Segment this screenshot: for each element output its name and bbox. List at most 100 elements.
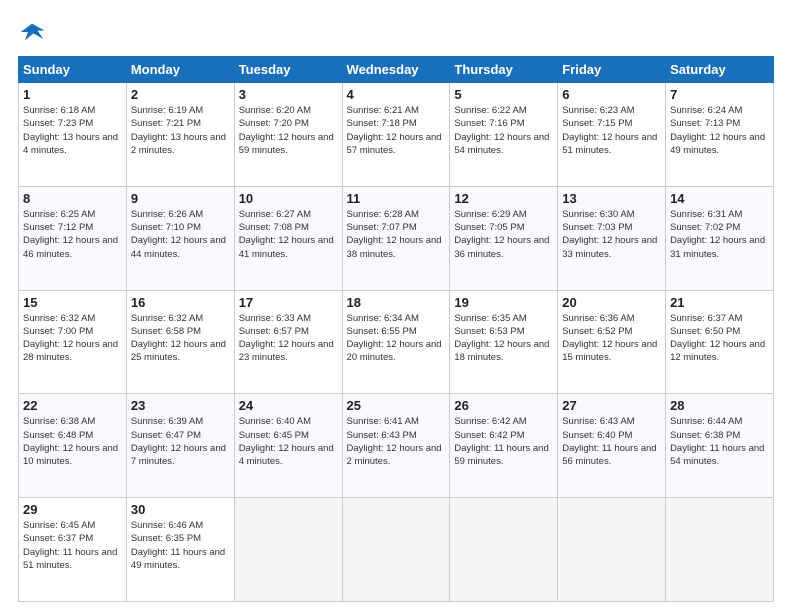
calendar-cell: 9 Sunrise: 6:26 AMSunset: 7:10 PMDayligh… — [126, 186, 234, 290]
calendar-cell: 6 Sunrise: 6:23 AMSunset: 7:15 PMDayligh… — [558, 83, 666, 187]
day-info: Sunrise: 6:40 AMSunset: 6:45 PMDaylight:… — [239, 416, 334, 467]
day-number: 30 — [131, 502, 230, 517]
day-number: 9 — [131, 191, 230, 206]
day-number: 19 — [454, 295, 553, 310]
day-info: Sunrise: 6:30 AMSunset: 7:03 PMDaylight:… — [562, 209, 657, 260]
calendar-week-5: 29 Sunrise: 6:45 AMSunset: 6:37 PMDaylig… — [19, 498, 774, 602]
day-info: Sunrise: 6:34 AMSunset: 6:55 PMDaylight:… — [347, 313, 442, 364]
day-number: 11 — [347, 191, 446, 206]
day-number: 10 — [239, 191, 338, 206]
day-info: Sunrise: 6:43 AMSunset: 6:40 PMDaylight:… — [562, 416, 656, 467]
day-number: 14 — [670, 191, 769, 206]
calendar-cell: 11 Sunrise: 6:28 AMSunset: 7:07 PMDaylig… — [342, 186, 450, 290]
calendar-cell: 8 Sunrise: 6:25 AMSunset: 7:12 PMDayligh… — [19, 186, 127, 290]
day-number: 7 — [670, 87, 769, 102]
calendar-cell: 25 Sunrise: 6:41 AMSunset: 6:43 PMDaylig… — [342, 394, 450, 498]
calendar-cell: 23 Sunrise: 6:39 AMSunset: 6:47 PMDaylig… — [126, 394, 234, 498]
day-number: 12 — [454, 191, 553, 206]
day-number: 20 — [562, 295, 661, 310]
calendar-cell: 12 Sunrise: 6:29 AMSunset: 7:05 PMDaylig… — [450, 186, 558, 290]
day-info: Sunrise: 6:28 AMSunset: 7:07 PMDaylight:… — [347, 209, 442, 260]
day-info: Sunrise: 6:38 AMSunset: 6:48 PMDaylight:… — [23, 416, 118, 467]
day-number: 4 — [347, 87, 446, 102]
calendar-cell: 4 Sunrise: 6:21 AMSunset: 7:18 PMDayligh… — [342, 83, 450, 187]
day-number: 29 — [23, 502, 122, 517]
calendar-cell — [666, 498, 774, 602]
calendar-cell: 26 Sunrise: 6:42 AMSunset: 6:42 PMDaylig… — [450, 394, 558, 498]
day-info: Sunrise: 6:41 AMSunset: 6:43 PMDaylight:… — [347, 416, 442, 467]
logo-icon — [18, 18, 46, 46]
day-number: 2 — [131, 87, 230, 102]
calendar-cell: 7 Sunrise: 6:24 AMSunset: 7:13 PMDayligh… — [666, 83, 774, 187]
logo — [18, 18, 50, 46]
calendar-cell: 18 Sunrise: 6:34 AMSunset: 6:55 PMDaylig… — [342, 290, 450, 394]
calendar-cell: 3 Sunrise: 6:20 AMSunset: 7:20 PMDayligh… — [234, 83, 342, 187]
day-info: Sunrise: 6:36 AMSunset: 6:52 PMDaylight:… — [562, 313, 657, 364]
calendar-cell: 13 Sunrise: 6:30 AMSunset: 7:03 PMDaylig… — [558, 186, 666, 290]
calendar-cell: 2 Sunrise: 6:19 AMSunset: 7:21 PMDayligh… — [126, 83, 234, 187]
day-number: 28 — [670, 398, 769, 413]
calendar-cell: 15 Sunrise: 6:32 AMSunset: 7:00 PMDaylig… — [19, 290, 127, 394]
calendar-cell: 27 Sunrise: 6:43 AMSunset: 6:40 PMDaylig… — [558, 394, 666, 498]
calendar-header-sunday: Sunday — [19, 57, 127, 83]
day-info: Sunrise: 6:46 AMSunset: 6:35 PMDaylight:… — [131, 520, 225, 571]
day-number: 13 — [562, 191, 661, 206]
day-info: Sunrise: 6:22 AMSunset: 7:16 PMDaylight:… — [454, 105, 549, 156]
calendar-cell: 24 Sunrise: 6:40 AMSunset: 6:45 PMDaylig… — [234, 394, 342, 498]
day-number: 22 — [23, 398, 122, 413]
day-number: 21 — [670, 295, 769, 310]
day-number: 16 — [131, 295, 230, 310]
day-number: 15 — [23, 295, 122, 310]
day-info: Sunrise: 6:31 AMSunset: 7:02 PMDaylight:… — [670, 209, 765, 260]
day-info: Sunrise: 6:18 AMSunset: 7:23 PMDaylight:… — [23, 105, 118, 156]
day-number: 8 — [23, 191, 122, 206]
day-info: Sunrise: 6:39 AMSunset: 6:47 PMDaylight:… — [131, 416, 226, 467]
calendar-cell: 20 Sunrise: 6:36 AMSunset: 6:52 PMDaylig… — [558, 290, 666, 394]
day-info: Sunrise: 6:27 AMSunset: 7:08 PMDaylight:… — [239, 209, 334, 260]
calendar-header-friday: Friday — [558, 57, 666, 83]
calendar-header-thursday: Thursday — [450, 57, 558, 83]
day-info: Sunrise: 6:42 AMSunset: 6:42 PMDaylight:… — [454, 416, 548, 467]
day-info: Sunrise: 6:19 AMSunset: 7:21 PMDaylight:… — [131, 105, 226, 156]
calendar-cell: 29 Sunrise: 6:45 AMSunset: 6:37 PMDaylig… — [19, 498, 127, 602]
day-number: 25 — [347, 398, 446, 413]
calendar-week-2: 8 Sunrise: 6:25 AMSunset: 7:12 PMDayligh… — [19, 186, 774, 290]
calendar-cell: 10 Sunrise: 6:27 AMSunset: 7:08 PMDaylig… — [234, 186, 342, 290]
calendar-header-saturday: Saturday — [666, 57, 774, 83]
day-info: Sunrise: 6:35 AMSunset: 6:53 PMDaylight:… — [454, 313, 549, 364]
day-number: 27 — [562, 398, 661, 413]
calendar-cell: 22 Sunrise: 6:38 AMSunset: 6:48 PMDaylig… — [19, 394, 127, 498]
calendar-week-4: 22 Sunrise: 6:38 AMSunset: 6:48 PMDaylig… — [19, 394, 774, 498]
day-info: Sunrise: 6:21 AMSunset: 7:18 PMDaylight:… — [347, 105, 442, 156]
calendar-week-3: 15 Sunrise: 6:32 AMSunset: 7:00 PMDaylig… — [19, 290, 774, 394]
calendar-cell: 17 Sunrise: 6:33 AMSunset: 6:57 PMDaylig… — [234, 290, 342, 394]
day-info: Sunrise: 6:32 AMSunset: 7:00 PMDaylight:… — [23, 313, 118, 364]
day-number: 23 — [131, 398, 230, 413]
day-info: Sunrise: 6:44 AMSunset: 6:38 PMDaylight:… — [670, 416, 764, 467]
day-info: Sunrise: 6:25 AMSunset: 7:12 PMDaylight:… — [23, 209, 118, 260]
calendar-header-tuesday: Tuesday — [234, 57, 342, 83]
day-info: Sunrise: 6:20 AMSunset: 7:20 PMDaylight:… — [239, 105, 334, 156]
day-info: Sunrise: 6:32 AMSunset: 6:58 PMDaylight:… — [131, 313, 226, 364]
calendar-table: SundayMondayTuesdayWednesdayThursdayFrid… — [18, 56, 774, 602]
calendar-header-monday: Monday — [126, 57, 234, 83]
day-number: 24 — [239, 398, 338, 413]
day-info: Sunrise: 6:24 AMSunset: 7:13 PMDaylight:… — [670, 105, 765, 156]
calendar-cell — [234, 498, 342, 602]
calendar-cell: 19 Sunrise: 6:35 AMSunset: 6:53 PMDaylig… — [450, 290, 558, 394]
page: SundayMondayTuesdayWednesdayThursdayFrid… — [0, 0, 792, 612]
calendar-cell — [342, 498, 450, 602]
day-number: 17 — [239, 295, 338, 310]
day-number: 18 — [347, 295, 446, 310]
day-info: Sunrise: 6:26 AMSunset: 7:10 PMDaylight:… — [131, 209, 226, 260]
day-info: Sunrise: 6:33 AMSunset: 6:57 PMDaylight:… — [239, 313, 334, 364]
day-info: Sunrise: 6:29 AMSunset: 7:05 PMDaylight:… — [454, 209, 549, 260]
day-number: 1 — [23, 87, 122, 102]
calendar-cell: 30 Sunrise: 6:46 AMSunset: 6:35 PMDaylig… — [126, 498, 234, 602]
day-number: 26 — [454, 398, 553, 413]
day-number: 3 — [239, 87, 338, 102]
calendar-header-wednesday: Wednesday — [342, 57, 450, 83]
header — [18, 18, 774, 46]
calendar-cell: 5 Sunrise: 6:22 AMSunset: 7:16 PMDayligh… — [450, 83, 558, 187]
day-info: Sunrise: 6:45 AMSunset: 6:37 PMDaylight:… — [23, 520, 117, 571]
